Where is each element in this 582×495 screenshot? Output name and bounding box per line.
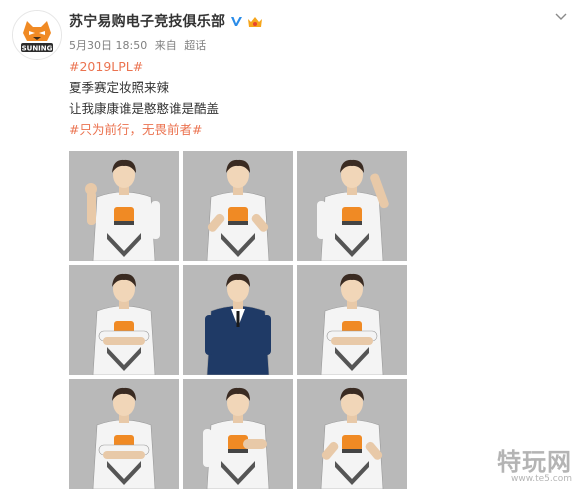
photo-thumbnail[interactable] [69,151,179,261]
hashtag-link[interactable]: #2019LPL# [69,56,219,77]
photo-thumbnail[interactable] [297,151,407,261]
suning-logo-icon: SUNING [13,11,61,59]
photo-thumbnail[interactable] [69,379,179,489]
avatar-logo-text: SUNING [22,45,53,53]
username[interactable]: 苏宁易购电子竞技俱乐部 [69,11,225,31]
watermark-url: www.te5.com [511,474,572,484]
photo-thumbnail[interactable] [183,379,293,489]
photo-thumbnail[interactable] [297,379,407,489]
photo-thumbnail[interactable] [297,265,407,375]
weibo-post: SUNING 苏宁易购电子竞技俱乐部 5月30日 18:50 来自 超话 #20… [0,0,582,495]
photo-thumbnail[interactable] [183,265,293,375]
user-row: 苏宁易购电子竞技俱乐部 [69,10,263,32]
watermark-text: 特玩网 [497,448,572,476]
post-meta: 5月30日 18:50 来自 超话 [69,37,210,53]
post-source[interactable]: 超话 [184,39,206,52]
post-text-line: 让我康康谁是憨憨谁是酷盖 [69,101,220,116]
post-text-line: 夏季赛定妆照来辣 [69,80,170,95]
photo-grid [69,151,407,489]
post-text: #2019LPL# 夏季赛定妆照来辣 让我康康谁是憨憨谁是酷盖 #只为前行，无畏… [69,56,219,140]
vip-member-icon[interactable] [247,14,263,28]
blue-v-verified-icon[interactable] [229,13,245,29]
photo-thumbnail[interactable] [69,265,179,375]
watermark: 特玩网 www.te5.com [497,450,572,485]
avatar[interactable]: SUNING [12,10,62,60]
post-timestamp[interactable]: 5月30日 18:50 [69,39,147,52]
source-prefix: 来自 [154,39,177,52]
hashtag-link[interactable]: #只为前行，无畏前者# [69,119,219,140]
photo-thumbnail[interactable] [183,151,293,261]
chevron-down-icon[interactable] [554,8,568,22]
